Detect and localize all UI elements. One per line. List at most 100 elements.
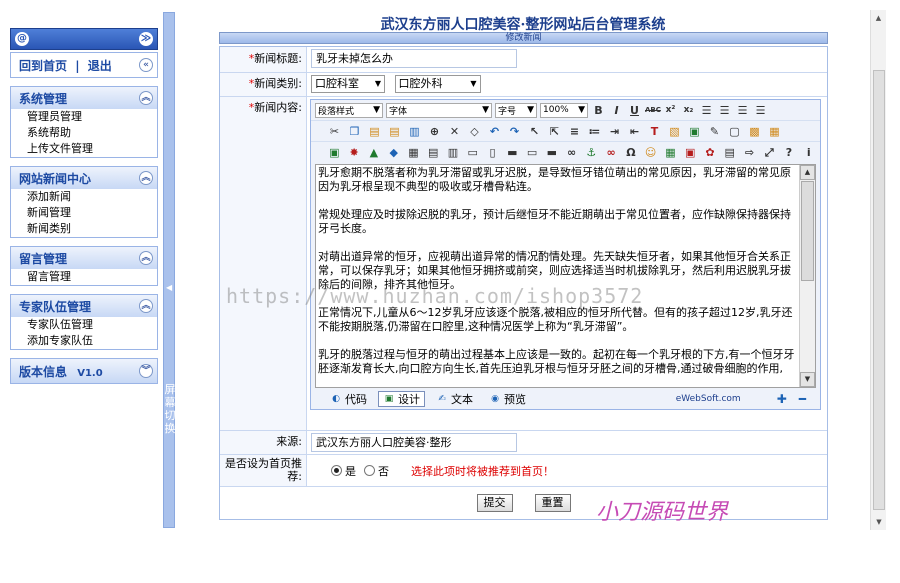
- editor-credit[interactable]: eWebSoft.com: [676, 394, 741, 404]
- source-input[interactable]: 武汉东方丽人口腔美容·整形: [311, 433, 517, 452]
- file-icon[interactable]: ◆: [386, 145, 401, 160]
- screen-toggle-label[interactable]: 屏幕切换: [164, 383, 176, 435]
- cursor-icon[interactable]: ⇱: [547, 124, 562, 139]
- sidebar-item-experts[interactable]: 专家队伍管理: [11, 317, 157, 333]
- editor-body[interactable]: 乳牙愈期不脱落者称为乳牙滞留或乳牙迟脱，是导致恒牙错位萌出的常见原因，乳牙滞留的…: [316, 165, 799, 387]
- input-icon[interactable]: ▬: [505, 145, 520, 160]
- table-row-icon[interactable]: ▤: [426, 145, 441, 160]
- media-icon[interactable]: ▲: [367, 145, 382, 160]
- select-all-icon[interactable]: ↖: [527, 124, 542, 139]
- triangle-left-icon[interactable]: ◀: [166, 283, 172, 292]
- sidebar-item-news-manage[interactable]: 新闻管理: [11, 205, 157, 221]
- italic-icon[interactable]: I: [609, 103, 624, 118]
- screen-toggle-bar[interactable]: ◀ 屏幕切换: [163, 12, 176, 528]
- recommend-yes-label[interactable]: 是: [345, 463, 356, 479]
- ordered-list-icon[interactable]: ≡: [567, 124, 582, 139]
- bold-icon[interactable]: B: [591, 103, 606, 118]
- chevron-up-icon[interactable]: ︽: [139, 251, 153, 265]
- mode-code-button[interactable]: ◐ 代码: [325, 391, 372, 407]
- table-col-icon[interactable]: ▥: [446, 145, 461, 160]
- underline-icon[interactable]: U: [627, 103, 642, 118]
- redo-icon[interactable]: ↷: [507, 124, 522, 139]
- font-select[interactable]: 字体 ▼: [386, 102, 492, 118]
- align-left-icon[interactable]: ☰: [699, 103, 714, 118]
- maximize-icon[interactable]: ⤢: [762, 145, 777, 160]
- recommend-no-label[interactable]: 否: [378, 463, 389, 479]
- sidebar-item-add-news[interactable]: 添加新闻: [11, 189, 157, 205]
- reset-button[interactable]: 重置: [534, 494, 571, 512]
- table-icon[interactable]: ▦: [406, 145, 421, 160]
- cut-icon[interactable]: ✂: [327, 124, 342, 139]
- hr-icon[interactable]: ▬: [544, 145, 559, 160]
- background-color-icon[interactable]: ▧: [667, 124, 682, 139]
- category-select-primary[interactable]: 口腔科室 ▼: [311, 75, 385, 93]
- page-scrollbar[interactable]: ▲ ▼: [870, 10, 886, 530]
- sidebar-item-admin[interactable]: 管理员管理: [11, 109, 157, 125]
- home-link[interactable]: 回到首页: [19, 59, 67, 73]
- recommend-yes-radio[interactable]: [331, 465, 342, 476]
- sidebar-item-add-expert[interactable]: 添加专家队伍: [11, 333, 157, 349]
- sidebar-item-upload[interactable]: 上传文件管理: [11, 141, 157, 157]
- time-icon[interactable]: ✿: [703, 145, 718, 160]
- sidebar-item-messages[interactable]: 留言管理: [11, 269, 157, 285]
- title-input[interactable]: 乳牙未掉怎么办: [311, 49, 517, 68]
- align-justify-icon[interactable]: ☰: [753, 103, 768, 118]
- font-size-select[interactable]: 字号 ▼: [495, 102, 537, 118]
- highlight-icon[interactable]: ▣: [687, 124, 702, 139]
- submit-button[interactable]: 提交: [476, 494, 513, 512]
- recommend-no-radio[interactable]: [364, 465, 375, 476]
- scroll-down-icon[interactable]: ▼: [800, 372, 815, 387]
- double-chevron-left-icon[interactable]: «: [139, 58, 153, 72]
- superscript-icon[interactable]: x²: [663, 103, 678, 118]
- section-title[interactable]: 系统管理: [19, 90, 67, 107]
- find-icon[interactable]: ⊕: [427, 124, 442, 139]
- sidebar-item-news-category[interactable]: 新闻类别: [11, 221, 157, 237]
- anchor-icon[interactable]: ⚓: [584, 145, 599, 160]
- about-icon[interactable]: i: [801, 145, 816, 160]
- expand-icon[interactable]: ✚: [777, 392, 787, 406]
- section-title[interactable]: 版本信息: [19, 365, 67, 379]
- text-color-icon[interactable]: T: [647, 124, 662, 139]
- paste-icon[interactable]: ▤: [367, 124, 382, 139]
- button-icon[interactable]: ▭: [525, 145, 540, 160]
- layer-icon[interactable]: ▦: [767, 124, 782, 139]
- section-title[interactable]: 留言管理: [19, 250, 67, 267]
- flash-icon[interactable]: ✸: [347, 145, 362, 160]
- special-char-icon[interactable]: Ω: [623, 145, 638, 160]
- sidebar-item-help[interactable]: 系统帮助: [11, 125, 157, 141]
- delete-icon[interactable]: ✕: [447, 124, 462, 139]
- paste-text-icon[interactable]: ▤: [387, 124, 402, 139]
- scroll-up-icon[interactable]: ▲: [871, 10, 886, 26]
- form-icon[interactable]: ▭: [465, 145, 480, 160]
- scroll-thumb[interactable]: [801, 181, 814, 281]
- link-icon[interactable]: ∞: [564, 145, 579, 160]
- textarea-icon[interactable]: ▯: [485, 145, 500, 160]
- chevron-up-icon[interactable]: ︽: [139, 171, 153, 185]
- shrink-icon[interactable]: ━: [799, 392, 806, 406]
- unordered-list-icon[interactable]: ≔: [587, 124, 602, 139]
- mode-design-button[interactable]: ▣ 设计: [378, 391, 425, 407]
- chevron-up-icon[interactable]: ︽: [139, 299, 153, 313]
- help-icon[interactable]: ?: [782, 145, 797, 160]
- page-break-icon[interactable]: ⇨: [742, 145, 757, 160]
- scroll-up-icon[interactable]: ▲: [800, 165, 815, 180]
- mode-preview-button[interactable]: ◉ 预览: [484, 391, 531, 407]
- editor-content-area[interactable]: 乳牙愈期不脱落者称为乳牙滞留或乳牙迟脱，是导致恒牙错位萌出的常见原因，乳牙滞留的…: [315, 164, 816, 388]
- marquee-icon[interactable]: ▤: [722, 145, 737, 160]
- chevron-up-icon[interactable]: ︽: [139, 91, 153, 105]
- outdent-icon[interactable]: ⇤: [627, 124, 642, 139]
- unlink-icon[interactable]: ∞: [604, 145, 619, 160]
- copy-icon[interactable]: ❐: [347, 124, 362, 139]
- scroll-down-icon[interactable]: ▼: [871, 514, 887, 530]
- collapse-all-icon[interactable]: ≫: [139, 32, 153, 46]
- align-right-icon[interactable]: ☰: [735, 103, 750, 118]
- align-center-icon[interactable]: ☰: [717, 103, 732, 118]
- undo-icon[interactable]: ↶: [487, 124, 502, 139]
- mode-text-button[interactable]: ✍ 文本: [431, 391, 478, 407]
- emoticon-icon[interactable]: ☺: [643, 145, 658, 160]
- section-title[interactable]: 网站新闻中心: [19, 170, 91, 187]
- editor-scrollbar[interactable]: ▲ ▼: [799, 165, 815, 387]
- date-icon[interactable]: ▣: [683, 145, 698, 160]
- strikethrough-icon[interactable]: ABC: [645, 103, 661, 118]
- zoom-select[interactable]: 100% ▼: [540, 102, 588, 118]
